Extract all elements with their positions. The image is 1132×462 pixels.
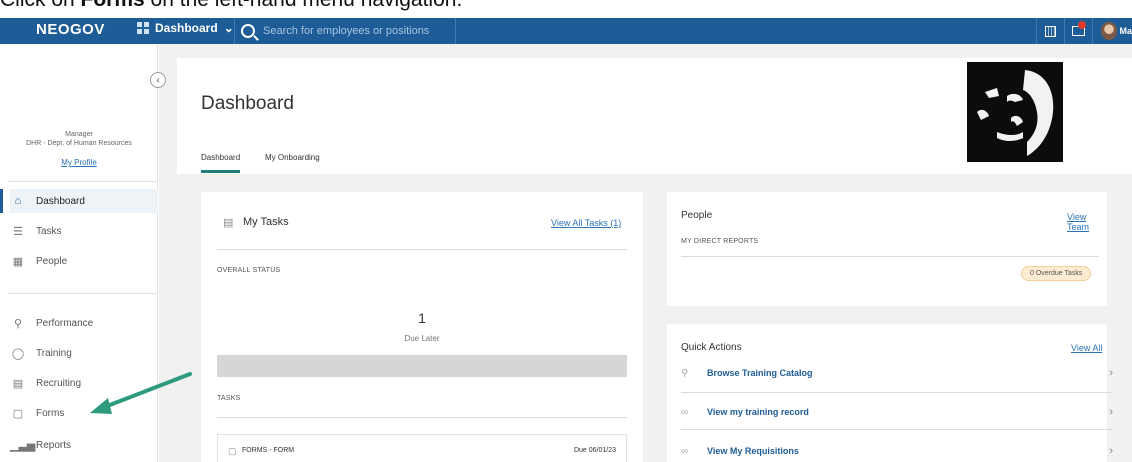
due-later-label: Due Later <box>404 334 440 343</box>
quick-action-browse-training-catalog[interactable]: ⚲ Browse Training Catalog › <box>681 360 1113 386</box>
tasks-widget-icon: ▤ <box>223 217 234 229</box>
notification-badge <box>1078 21 1086 29</box>
people-card: People View Team MY DIRECT REPORTS 0 Ove… <box>667 192 1107 306</box>
view-team-link[interactable]: View Team <box>1067 212 1107 232</box>
user-department: DHR - Dept. of Human Resources <box>26 140 132 147</box>
quick-actions-card: Quick Actions View All ⚲ Browse Training… <box>667 324 1113 462</box>
nav-item-performance[interactable]: ⚲ Performance <box>10 311 158 335</box>
nav-item-reports[interactable]: ▁▃▅ Reports <box>10 433 158 457</box>
divider <box>8 181 158 182</box>
view-all-quick-actions-link[interactable]: View All <box>1071 343 1102 353</box>
my-profile-link[interactable]: My Profile <box>61 158 97 167</box>
page-header: Dashboard Dashboard My Onboarding <box>177 58 1132 174</box>
nav-item-tasks[interactable]: ☰ Tasks <box>10 219 158 243</box>
my-tasks-card: ▤ My Tasks View All Tasks (1) OVERALL ST… <box>201 192 643 462</box>
tab-dashboard[interactable]: Dashboard <box>201 153 241 173</box>
user-menu[interactable]: Ma <box>1092 18 1132 44</box>
overdue-tasks-badge: 0 Overdue Tasks <box>1021 266 1092 281</box>
instruction-caption: Click on Forms on the left-hand menu nav… <box>0 0 462 18</box>
bar-chart-icon: ▁▃▅ <box>10 439 36 452</box>
task-due-date: Due 06/01/23 <box>573 447 616 454</box>
nav-label: Recruiting <box>36 377 82 389</box>
tasks-icon: ☰ <box>13 225 23 238</box>
divider <box>681 392 1113 393</box>
annotation-arrow <box>90 372 192 414</box>
status-progress-bar <box>217 355 627 377</box>
calendar-icon <box>1045 25 1056 37</box>
overall-status-label: OVERALL STATUS <box>217 267 281 274</box>
nav-label: Reports <box>36 439 72 451</box>
people-icon: ▦ <box>12 255 24 268</box>
brand-logo[interactable]: NEOGOV <box>36 21 105 38</box>
collapse-sidebar-button[interactable]: ‹ <box>150 72 166 88</box>
calendar-button[interactable] <box>1036 18 1064 44</box>
quick-action-view-training-record[interactable]: ∞ View my training record › <box>681 399 1113 425</box>
divider <box>217 417 627 418</box>
divider <box>681 429 1113 430</box>
top-navigation-bar: NEOGOV Dashboard ⌄ Ma <box>0 18 1132 44</box>
quick-action-label: View My Requisitions <box>707 446 799 456</box>
nav-item-dashboard[interactable]: ⌂ Dashboard <box>0 189 158 213</box>
nav-label: Dashboard <box>36 195 85 207</box>
apps-grid-icon <box>137 22 149 34</box>
messages-button[interactable] <box>1064 18 1092 44</box>
nav-label: Forms <box>36 407 65 419</box>
profile-portrait-image <box>967 62 1063 162</box>
chevron-right-icon: › <box>1109 406 1113 418</box>
tab-my-onboarding[interactable]: My Onboarding <box>265 153 320 162</box>
trophy-icon: ⚲ <box>13 317 23 330</box>
main-content: Dashboard Dashboard My Onboarding ▤ My T… <box>159 44 1132 462</box>
form-icon: ▢ <box>228 446 237 456</box>
user-name-truncated: Ma <box>1119 26 1132 36</box>
chevron-right-icon: › <box>1109 445 1113 457</box>
global-search <box>234 18 456 44</box>
home-icon: ⌂ <box>14 195 22 207</box>
nav-label: Performance <box>36 317 94 329</box>
chevron-down-icon: ⌄ <box>223 21 234 35</box>
dashboard-menu-label: Dashboard <box>155 21 218 35</box>
quick-action-label: View my training record <box>707 407 809 417</box>
due-later-count: 1 <box>418 310 426 326</box>
user-role: Manager <box>65 131 93 138</box>
direct-reports-label: MY DIRECT REPORTS <box>681 238 759 245</box>
clipboard-icon: ▤ <box>12 377 24 390</box>
task-name: FORMS - FORM <box>242 447 295 454</box>
dashboard-menu-button[interactable]: Dashboard ⌄ <box>137 21 234 35</box>
profile-summary: Manager DHR - Dept. of Human Resources M… <box>0 130 158 170</box>
nav-label: People <box>36 255 68 267</box>
page-title: Dashboard <box>201 93 294 114</box>
quick-actions-title: Quick Actions <box>681 342 742 353</box>
search-input[interactable] <box>263 25 443 37</box>
my-tasks-title: My Tasks <box>243 216 289 228</box>
nav-label: Tasks <box>36 225 62 237</box>
divider <box>681 256 1099 257</box>
search-icon <box>241 24 255 38</box>
chevron-right-icon: › <box>1109 367 1113 379</box>
bulb-icon: ◯ <box>11 347 25 360</box>
tasks-heading: TASKS <box>217 395 241 402</box>
nav-item-training[interactable]: ◯ Training <box>10 341 158 365</box>
link-icon: ∞ <box>681 406 689 418</box>
forms-icon: ▢ <box>12 407 24 420</box>
divider <box>217 249 627 250</box>
nav-label: Training <box>36 347 72 359</box>
divider <box>8 293 158 294</box>
quick-action-view-requisitions[interactable]: ∞ View My Requisitions › <box>681 438 1113 462</box>
avatar <box>1101 22 1118 40</box>
bulb-icon: ⚲ <box>681 367 689 379</box>
people-title: People <box>681 210 713 221</box>
nav-item-people[interactable]: ▦ People <box>10 249 158 273</box>
view-all-tasks-link[interactable]: View All Tasks (1) <box>551 218 621 228</box>
task-row[interactable]: ▢ FORMS - FORM Due 06/01/23 <box>217 434 627 462</box>
quick-action-label: Browse Training Catalog <box>707 368 813 378</box>
link-icon: ∞ <box>681 445 689 457</box>
